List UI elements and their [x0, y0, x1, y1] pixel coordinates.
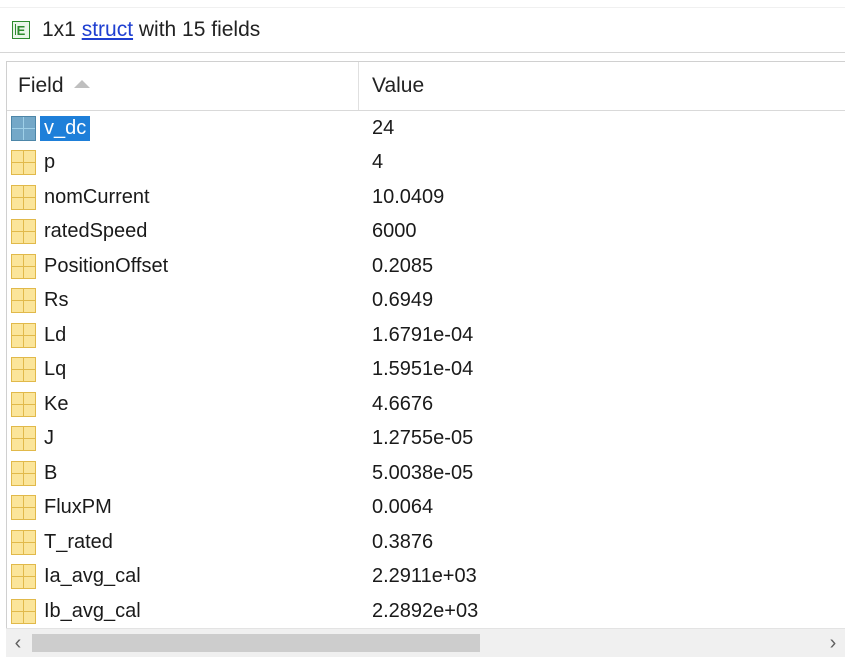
- struct-variable-editor: E 1x1 struct with 15 fields Field Value …: [0, 0, 845, 657]
- table-row[interactable]: Ld 1.6791e-04: [7, 318, 845, 353]
- chevron-left-icon[interactable]: ‹: [6, 629, 30, 657]
- field-name: FluxPM: [44, 496, 112, 519]
- field-grid-icon: [11, 529, 36, 555]
- table-row[interactable]: FluxPM 0.0064: [7, 491, 845, 526]
- value-cell[interactable]: 24: [359, 117, 845, 140]
- field-name: Ld: [44, 323, 67, 346]
- field-cell[interactable]: nomCurrent: [7, 184, 359, 210]
- field-name: Rs: [44, 289, 69, 312]
- struct-link[interactable]: struct: [82, 18, 133, 41]
- column-header-field[interactable]: Field: [7, 62, 359, 110]
- field-name: T_rated: [44, 530, 113, 553]
- table-row[interactable]: T_rated 0.3876: [7, 525, 845, 560]
- field-cell[interactable]: PositionOffset: [7, 253, 359, 279]
- field-name: nomCurrent: [44, 185, 150, 208]
- field-grid-icon: [11, 288, 36, 314]
- field-cell[interactable]: Lq: [7, 357, 359, 383]
- struct-field-count-text: with 15 fields: [133, 18, 261, 41]
- sort-ascending-icon: [73, 80, 90, 88]
- field-cell[interactable]: T_rated: [7, 529, 359, 555]
- field-name: Ia_avg_cal: [44, 565, 141, 588]
- field-grid-icon: [11, 253, 36, 279]
- column-header-field-label: Field: [18, 74, 64, 97]
- field-grid-icon: [11, 357, 36, 383]
- table-row[interactable]: ratedSpeed 6000: [7, 215, 845, 250]
- value-cell[interactable]: 4: [359, 151, 845, 174]
- struct-dimensions-text: 1x1: [42, 18, 82, 41]
- table-row[interactable]: J 1.2755e-05: [7, 422, 845, 457]
- value-cell[interactable]: 4.6676: [359, 393, 845, 416]
- table-row[interactable]: B 5.0038e-05: [7, 456, 845, 491]
- value-cell[interactable]: 1.6791e-04: [359, 324, 845, 347]
- struct-icon: E: [12, 21, 30, 39]
- table-row[interactable]: v_dc 24: [7, 111, 845, 146]
- top-edge: [0, 0, 845, 8]
- struct-summary-header: E 1x1 struct with 15 fields: [0, 8, 845, 53]
- table-row[interactable]: Ib_avg_cal 2.2892e+03: [7, 594, 845, 629]
- struct-summary-text: 1x1 struct with 15 fields: [42, 18, 260, 42]
- table-row[interactable]: Lq 1.5951e-04: [7, 353, 845, 388]
- field-name: B: [44, 461, 58, 484]
- fields-table: Field Value v_dc 24 p 4 nomCurrent 10.04…: [6, 61, 845, 629]
- field-grid-icon: [11, 115, 36, 141]
- value-cell[interactable]: 0.3876: [359, 531, 845, 554]
- field-name: J: [44, 427, 54, 450]
- field-cell[interactable]: v_dc: [7, 115, 359, 141]
- field-grid-icon: [11, 598, 36, 624]
- field-name: Lq: [44, 358, 67, 381]
- field-grid-icon: [11, 219, 36, 245]
- column-header-value[interactable]: Value: [359, 62, 845, 110]
- field-name: Ib_avg_cal: [44, 599, 141, 622]
- value-cell[interactable]: 10.0409: [359, 186, 845, 209]
- value-cell[interactable]: 6000: [359, 220, 845, 243]
- field-grid-icon: [11, 460, 36, 486]
- field-grid-icon: [11, 184, 36, 210]
- field-cell[interactable]: B: [7, 460, 359, 486]
- scrollbar-thumb[interactable]: [32, 634, 480, 652]
- field-name: PositionOffset: [44, 254, 169, 277]
- table-row[interactable]: Ia_avg_cal 2.2911e+03: [7, 560, 845, 595]
- value-cell[interactable]: 2.2911e+03: [359, 565, 845, 588]
- field-grid-icon: [11, 150, 36, 176]
- field-cell[interactable]: J: [7, 426, 359, 452]
- field-cell[interactable]: Ia_avg_cal: [7, 564, 359, 590]
- field-grid-icon: [11, 564, 36, 590]
- field-grid-icon: [11, 391, 36, 417]
- field-grid-icon: [11, 495, 36, 521]
- field-cell[interactable]: Ld: [7, 322, 359, 348]
- field-grid-icon: [11, 322, 36, 348]
- value-cell[interactable]: 0.6949: [359, 289, 845, 312]
- table-header: Field Value: [7, 62, 845, 111]
- field-cell[interactable]: Ke: [7, 391, 359, 417]
- field-cell[interactable]: p: [7, 150, 359, 176]
- table-row[interactable]: Rs 0.6949: [7, 284, 845, 319]
- value-cell[interactable]: 1.2755e-05: [359, 427, 845, 450]
- field-cell[interactable]: Ib_avg_cal: [7, 598, 359, 624]
- value-cell[interactable]: 1.5951e-04: [359, 358, 845, 381]
- value-cell[interactable]: 5.0038e-05: [359, 462, 845, 485]
- field-cell[interactable]: Rs: [7, 288, 359, 314]
- field-grid-icon: [11, 426, 36, 452]
- table-row[interactable]: p 4: [7, 146, 845, 181]
- chevron-right-icon[interactable]: ›: [821, 629, 845, 657]
- field-name: v_dc: [40, 115, 91, 141]
- table-row[interactable]: nomCurrent 10.0409: [7, 180, 845, 215]
- value-cell[interactable]: 0.2085: [359, 255, 845, 278]
- value-cell[interactable]: 2.2892e+03: [359, 600, 845, 623]
- column-header-value-label: Value: [372, 74, 425, 97]
- horizontal-scrollbar[interactable]: ‹ ›: [6, 628, 845, 657]
- value-cell[interactable]: 0.0064: [359, 496, 845, 519]
- field-name: ratedSpeed: [44, 220, 148, 243]
- table-row[interactable]: Ke 4.6676: [7, 387, 845, 422]
- field-cell[interactable]: FluxPM: [7, 495, 359, 521]
- table-row[interactable]: PositionOffset 0.2085: [7, 249, 845, 284]
- field-name: p: [44, 151, 56, 174]
- field-name: Ke: [44, 392, 69, 415]
- field-cell[interactable]: ratedSpeed: [7, 219, 359, 245]
- table-body: v_dc 24 p 4 nomCurrent 10.0409 ratedSpee…: [7, 111, 845, 629]
